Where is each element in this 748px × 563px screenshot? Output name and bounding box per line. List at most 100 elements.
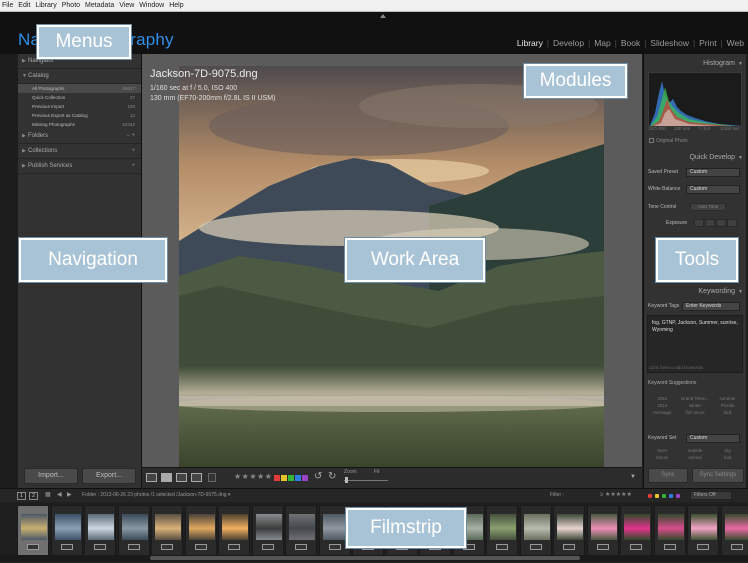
top-panel-toggle-icon[interactable] [380, 14, 386, 18]
loupe-view-icon[interactable] [161, 473, 172, 482]
color-label-green[interactable] [288, 475, 294, 481]
module-slideshow[interactable]: Slideshow [646, 38, 693, 48]
keyword-suggestion[interactable]: 2012 [646, 403, 679, 408]
export-button[interactable]: Export... [82, 468, 136, 484]
second-window-button[interactable]: 2 [29, 492, 38, 500]
module-web[interactable]: Web [723, 38, 748, 48]
filmstrip-thumbnail[interactable] [151, 505, 183, 556]
grid-view-icon[interactable] [146, 473, 157, 482]
filter-color-blue[interactable] [669, 494, 673, 498]
color-label-red[interactable] [274, 475, 280, 481]
module-develop[interactable]: Develop [549, 38, 588, 48]
keyword-set-item[interactable]: sky [711, 448, 744, 453]
filmstrip-thumbnail[interactable] [553, 505, 585, 556]
histogram-header[interactable]: Histogram ▼ [644, 58, 747, 70]
filter-color-yellow[interactable] [655, 494, 659, 498]
menu-view[interactable]: View [119, 2, 134, 9]
grid-icon[interactable]: ▦ [45, 491, 51, 498]
catalog-item-previous-export[interactable]: Previous Export as Catalog 12 [18, 111, 141, 120]
rating-stars[interactable]: ★★★★★ [234, 472, 272, 481]
catalog-item-quick-collection[interactable]: Quick Collection 27 [18, 93, 141, 102]
filter-color-red[interactable] [648, 494, 652, 498]
module-book[interactable]: Book [617, 38, 644, 48]
filmstrip-thumbnail[interactable] [84, 505, 116, 556]
filmstrip-thumbnail[interactable] [50, 505, 83, 556]
keyword-set-item[interactable]: animal [679, 455, 712, 460]
survey-view-icon[interactable] [191, 473, 202, 482]
keyword-set-item[interactable]: fruit [711, 455, 744, 460]
main-window-button[interactable]: 1 [17, 492, 26, 500]
white-balance-select[interactable]: Custom [686, 185, 740, 194]
filmstrip-thumbnail[interactable] [285, 505, 317, 556]
filmstrip-thumbnail[interactable] [687, 505, 719, 556]
import-button[interactable]: Import... [24, 468, 78, 484]
keyword-suggestion[interactable]: Grand Teton... [679, 396, 712, 401]
catalog-item-missing-photographs[interactable]: Missing Photographs 34442 [18, 120, 141, 129]
keyword-set-item[interactable]: outside [679, 448, 712, 453]
flag-icon[interactable] [208, 473, 216, 482]
exposure-decrease-large-button[interactable] [694, 219, 704, 227]
filmstrip-thumbnail[interactable] [218, 505, 250, 556]
exposure-increase-large-button[interactable] [727, 219, 737, 227]
filmstrip-thumbnail[interactable] [586, 505, 619, 556]
add-icon[interactable]: − + [126, 129, 135, 144]
filter-rating-stars[interactable]: ≥ ★★★★★ [600, 491, 632, 498]
keyword-suggestions-header[interactable]: Keyword Suggestions [648, 380, 696, 386]
menu-file[interactable]: File [2, 2, 13, 9]
menu-photo[interactable]: Photo [62, 2, 80, 9]
keyword-suggestion[interactable]: message [646, 410, 679, 415]
rotate-right-icon[interactable]: ↻ [328, 471, 336, 482]
module-map[interactable]: Map [590, 38, 615, 48]
keyword-set-item[interactable]: bloom [646, 455, 679, 460]
color-label-yellow[interactable] [281, 475, 287, 481]
zoom-slider-handle[interactable] [345, 477, 348, 483]
histogram[interactable] [648, 72, 742, 127]
rotate-left-icon[interactable]: ↺ [314, 471, 322, 482]
toolbar-menu-chevron-icon[interactable]: ▼ [630, 474, 636, 480]
keyword-suggestion[interactable]: Florida [711, 403, 744, 408]
color-label-blue[interactable] [295, 475, 301, 481]
keyword-suggestion[interactable]: winter [679, 403, 712, 408]
module-library[interactable]: Library [513, 38, 547, 48]
keyword-suggestion[interactable]: fish tacos [679, 410, 712, 415]
filmstrip-scrollbar-thumb[interactable] [150, 556, 580, 560]
add-keywords-field[interactable]: Click here to add keywords [649, 365, 703, 370]
color-label-purple[interactable] [302, 475, 308, 481]
keyword-set-item[interactable]: trees [646, 448, 679, 453]
filmstrip-thumbnail[interactable] [720, 505, 748, 556]
keyword-suggestion[interactable]: summer [711, 396, 744, 401]
original-photo-toggle[interactable]: Original Photo [649, 138, 688, 144]
filmstrip-thumbnail[interactable] [653, 505, 686, 556]
menu-metadata[interactable]: Metadata [85, 2, 114, 9]
filmstrip-thumbnail[interactable] [251, 505, 284, 556]
collections-header[interactable]: ▶ Collections + [18, 144, 141, 159]
menu-edit[interactable]: Edit [18, 2, 30, 9]
add-icon[interactable]: + [131, 159, 135, 174]
filmstrip-thumbnail[interactable] [486, 505, 518, 556]
keyword-tags-select[interactable]: Enter Keywords [682, 302, 740, 311]
left-panel-edge[interactable] [0, 54, 18, 488]
keyword-suggestion[interactable]: 2011 [646, 396, 679, 401]
filmstrip-thumbnail[interactable] [620, 505, 652, 556]
catalog-header[interactable]: ▼ Catalog [18, 69, 141, 84]
original-photo-checkbox[interactable] [649, 138, 654, 144]
filter-color-purple[interactable] [676, 494, 680, 498]
filter-color-green[interactable] [662, 494, 666, 498]
filmstrip-thumbnail[interactable] [17, 505, 49, 556]
exposure-increase-button[interactable] [716, 219, 726, 227]
quick-develop-header[interactable]: Quick Develop ▼ [644, 152, 747, 164]
sync-button[interactable]: Sync [648, 468, 688, 483]
catalog-item-all-photographs[interactable]: All Photographs 46817 [18, 84, 141, 93]
folders-header[interactable]: ▶ Folders − + [18, 129, 141, 144]
keyword-suggestion[interactable]: bird [711, 410, 744, 415]
menu-help[interactable]: Help [169, 2, 183, 9]
auto-tone-button[interactable]: Auto Tone [690, 203, 726, 211]
filmstrip-thumbnail[interactable] [519, 505, 552, 556]
filmstrip-thumbnail[interactable] [184, 505, 217, 556]
publish-services-header[interactable]: ▶ Publish Services + [18, 159, 141, 174]
saved-preset-select[interactable]: Custom [686, 168, 740, 177]
filters-off-select[interactable]: Filters Off [690, 491, 732, 500]
keyword-set-select[interactable]: Custom [686, 434, 740, 443]
add-icon[interactable]: + [131, 144, 135, 159]
zoom-slider[interactable] [344, 480, 388, 481]
